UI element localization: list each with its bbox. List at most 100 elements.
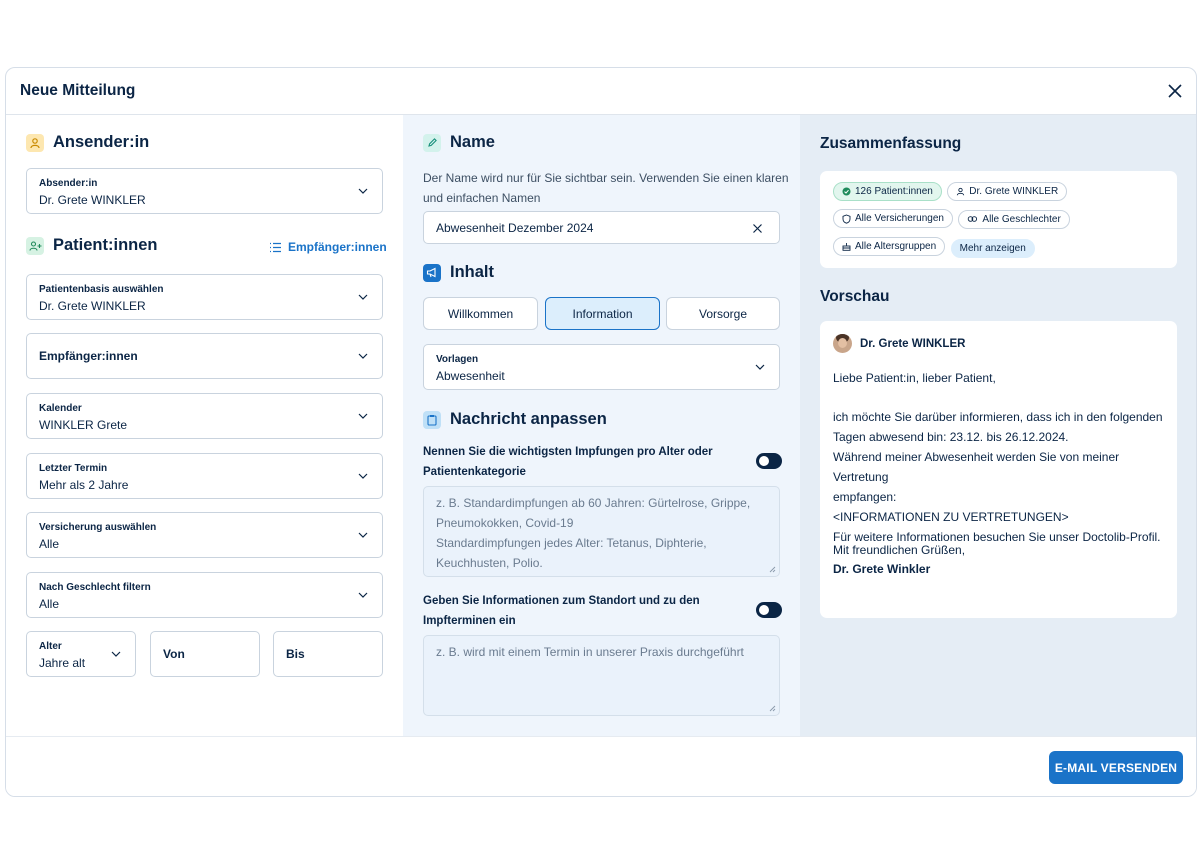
option-label: Willkommen — [447, 306, 514, 321]
option-prevention[interactable]: Vorsorge — [666, 297, 780, 330]
insurances-chip: Alle Versicherungen — [833, 209, 953, 228]
age-value: Jahre alt — [39, 656, 86, 670]
recipients-link[interactable]: Empfänger:innen — [269, 240, 387, 254]
chevron-down-icon — [358, 473, 368, 479]
age-label: Alter — [39, 641, 62, 652]
clipboard-icon — [423, 410, 441, 429]
vaccination-toggle[interactable] — [756, 453, 782, 469]
gender-value: Alle — [39, 597, 60, 611]
option-welcome[interactable]: Willkommen — [423, 297, 538, 330]
location-toggle[interactable] — [756, 602, 782, 618]
pencil-icon — [423, 133, 441, 152]
close-icon[interactable] — [1166, 82, 1184, 100]
cake-icon — [842, 242, 851, 251]
chevron-down-icon — [358, 188, 368, 194]
recipients-link-label: Empfänger:innen — [288, 240, 387, 254]
name-section-title: Name — [423, 133, 495, 152]
show-more-chip[interactable]: Mehr anzeigen — [950, 238, 1035, 258]
last-appointment-select[interactable]: Letzter Termin Mehr als 2 Jahre — [26, 453, 383, 499]
location-textarea[interactable]: z. B. wird mit einem Termin in unserer P… — [423, 635, 780, 716]
vaccination-textarea[interactable]: z. B. Standardimpfungen ab 60 Jahren: Gü… — [423, 486, 780, 577]
message-name-input[interactable]: Abwesenheit Dezember 2024 — [423, 211, 780, 244]
preview-line: ich möchte Sie darüber informieren, dass… — [833, 410, 1163, 424]
chip-label: Alle Versicherungen — [855, 213, 944, 224]
age-to-input[interactable]: Bis — [273, 631, 383, 677]
preview-line: Während meiner Abwesenheit werden Sie vo… — [833, 450, 1120, 484]
send-email-button[interactable]: E-MAIL VERSENDEN — [1049, 751, 1183, 784]
genders-chip: Alle Geschlechter — [958, 209, 1070, 229]
preview-title-text: Vorschau — [820, 288, 890, 305]
message-name-value: Abwesenheit Dezember 2024 — [436, 220, 594, 235]
add-group-icon — [26, 236, 44, 255]
preview-sender-name: Dr. Grete WINKLER — [860, 337, 966, 350]
placeholder-line: Pneumokokken, Covid-19 — [436, 516, 574, 530]
preview-line: Tagen abwesend bin: 23.12. bis 26.12.202… — [833, 430, 1069, 444]
preview-signature: Dr. Grete Winkler — [833, 562, 931, 576]
option-information[interactable]: Information — [545, 297, 660, 330]
person-icon — [26, 133, 44, 152]
chevron-down-icon — [358, 532, 368, 538]
patient-base-select[interactable]: Patientenbasis auswählen Dr. Grete WINKL… — [26, 274, 383, 320]
resize-handle-icon[interactable] — [769, 705, 776, 712]
summary-title-text: Zusammenfassung — [820, 135, 962, 152]
name-title-text: Name — [450, 133, 495, 151]
patients-section-title: Patient:innen — [26, 236, 158, 255]
chevron-down-icon — [358, 413, 368, 419]
content-title-text: Inhalt — [450, 263, 494, 281]
vaccination-question: Nennen Sie die wichtigsten Impfungen pro… — [423, 442, 713, 482]
chip-label: Alle Altersgruppen — [855, 240, 937, 252]
modal-footer: E-MAIL VERSENDEN — [6, 736, 1196, 796]
sender-section-title: Ansender:in — [26, 133, 149, 152]
avatar — [833, 334, 852, 353]
placeholder-line: z. B. Standardimpfungen ab 60 Jahren: Gü… — [436, 496, 751, 510]
sender-select[interactable]: Absender:in Dr. Grete WINKLER — [26, 168, 383, 214]
clear-icon[interactable] — [752, 223, 763, 234]
megaphone-icon — [423, 263, 441, 282]
recipients-select-label: Empfänger:innen — [39, 349, 138, 363]
age-to-label: Bis — [286, 647, 305, 661]
question-line: Patientenkategorie — [423, 466, 526, 478]
age-from-input[interactable]: Von — [150, 631, 260, 677]
patients-title-text: Patient:innen — [53, 236, 158, 254]
preview-title: Vorschau — [820, 288, 890, 306]
patient-base-label: Patientenbasis auswählen — [39, 284, 164, 295]
calendar-select[interactable]: Kalender WINKLER Grete — [26, 393, 383, 439]
insurance-value: Alle — [39, 537, 60, 551]
sender-field-label: Absender:in — [39, 178, 98, 189]
chevron-down-icon — [111, 651, 121, 657]
calendar-label: Kalender — [39, 403, 82, 414]
modal-title: Neue Mitteilung — [20, 82, 136, 99]
chip-label: Alle Geschlechter — [982, 213, 1061, 225]
content-section-title: Inhalt — [423, 263, 494, 282]
last-appointment-label: Letzter Termin — [39, 463, 108, 474]
gender-icon — [968, 215, 978, 222]
resize-handle-icon[interactable] — [769, 566, 776, 573]
sender-title-text: Ansender:in — [53, 133, 150, 151]
chevron-down-icon — [755, 364, 765, 370]
preview-greeting: Liebe Patient:in, lieber Patient, — [833, 371, 996, 385]
calendar-value: WINKLER Grete — [39, 418, 128, 432]
list-icon — [270, 242, 281, 252]
gender-label: Nach Geschlecht filtern — [39, 582, 151, 593]
age-from-label: Von — [163, 647, 185, 661]
insurance-select[interactable]: Versicherung auswählen Alle — [26, 512, 383, 558]
preview-line: empfangen: — [833, 490, 897, 504]
right-column: Zusammenfassung 126 Patient:innen Dr. Gr… — [800, 115, 1196, 736]
ages-chip: Alle Altersgruppen — [833, 236, 946, 256]
gender-select[interactable]: Nach Geschlecht filtern Alle — [26, 572, 383, 618]
question-line: Nennen Sie die wichtigsten Impfungen pro… — [423, 446, 713, 458]
age-unit-select[interactable]: Alter Jahre alt — [26, 631, 136, 677]
option-label: Information — [572, 306, 633, 321]
chevron-down-icon — [358, 294, 368, 300]
question-line: Geben Sie Informationen zum Standort und… — [423, 595, 700, 607]
chip-label: Dr. Grete WINKLER — [969, 186, 1059, 197]
shield-icon — [842, 214, 851, 224]
option-label: Vorsorge — [698, 306, 748, 321]
location-question: Geben Sie Informationen zum Standort und… — [423, 591, 700, 631]
chip-label: Mehr anzeigen — [959, 242, 1026, 254]
templates-select[interactable]: Vorlagen Abwesenheit — [423, 344, 780, 390]
recipients-select[interactable]: Empfänger:innen — [26, 333, 383, 379]
preview-line: <INFORMATIONEN ZU VERTRETUNGEN> — [833, 510, 1069, 524]
preview-closing: Mit freundlichen Grüßen, — [833, 543, 966, 557]
customize-title-text: Nachricht anpassen — [450, 410, 607, 428]
